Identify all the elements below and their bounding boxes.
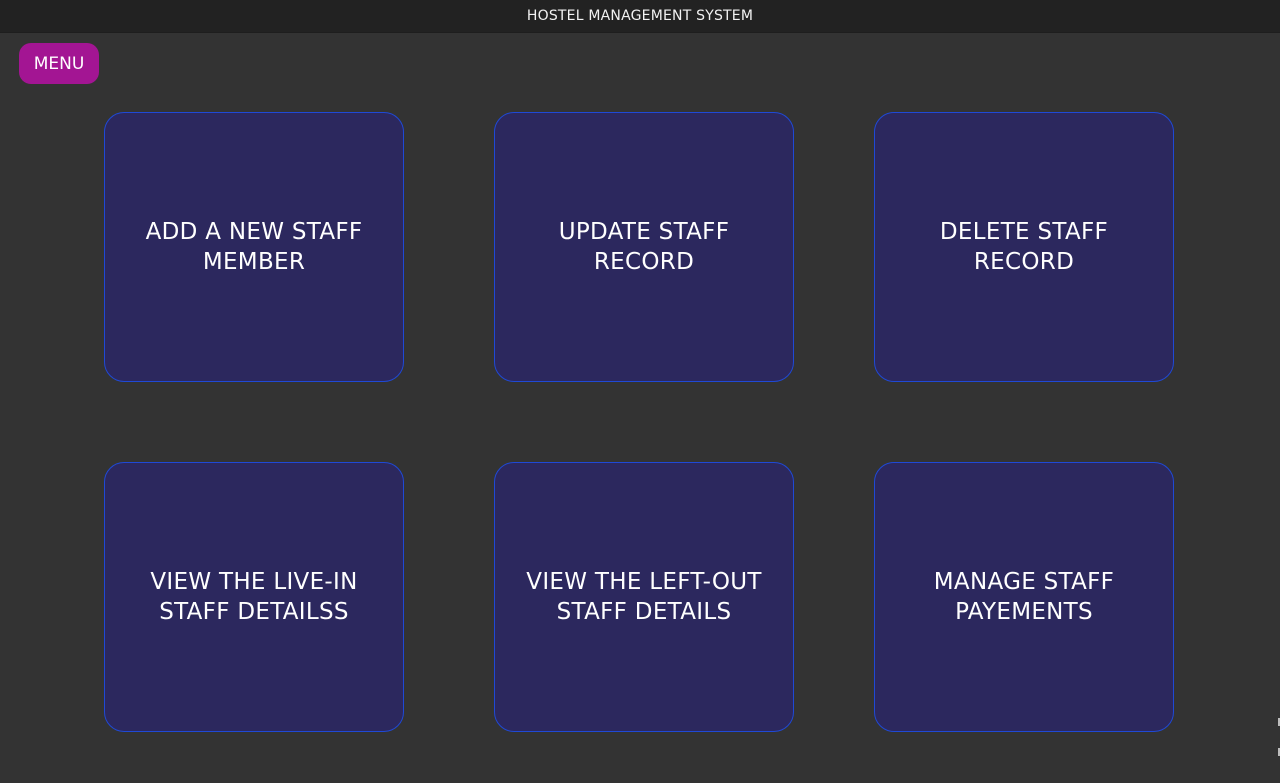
delete-staff-record-button[interactable]: DELETE STAFF RECORD — [874, 112, 1174, 382]
add-staff-member-label: ADD A NEW STAFF MEMBER — [145, 219, 363, 275]
title-bar: HOSTEL MANAGEMENT SYSTEM — [0, 0, 1280, 33]
add-staff-member-button[interactable]: ADD A NEW STAFF MEMBER — [104, 112, 404, 382]
view-left-out-staff-label: VIEW THE LEFT-OUT STAFF DETAILS — [526, 569, 762, 625]
menu-button[interactable]: MENU — [19, 43, 99, 84]
window-title: HOSTEL MANAGEMENT SYSTEM — [526, 8, 754, 24]
menu-button-label: MENU — [33, 53, 85, 74]
view-live-in-staff-label: VIEW THE LIVE-IN STAFF DETAILSS — [150, 569, 358, 625]
delete-staff-record-label: DELETE STAFF RECORD — [939, 219, 1109, 275]
update-staff-record-label: UPDATE STAFF RECORD — [558, 219, 730, 275]
manage-staff-payments-button[interactable]: MANAGE STAFF PAYEMENTS — [874, 462, 1174, 732]
manage-staff-payments-label: MANAGE STAFF PAYEMENTS — [933, 569, 1115, 625]
view-left-out-staff-button[interactable]: VIEW THE LEFT-OUT STAFF DETAILS — [494, 462, 794, 732]
update-staff-record-button[interactable]: UPDATE STAFF RECORD — [494, 112, 794, 382]
view-live-in-staff-button[interactable]: VIEW THE LIVE-IN STAFF DETAILSS — [104, 462, 404, 732]
